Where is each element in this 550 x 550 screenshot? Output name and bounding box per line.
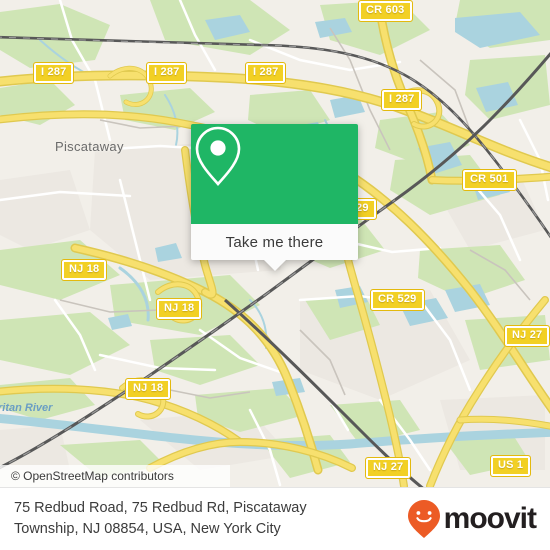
highway-shield-i-287-a[interactable]: I 287 bbox=[33, 62, 75, 84]
highway-shield-cr-501[interactable]: CR 501 bbox=[462, 169, 517, 191]
map-canvas[interactable]: Piscataway ritan River CR 603 I 287 I 28… bbox=[0, 0, 550, 487]
screenshot-root: Piscataway ritan River CR 603 I 287 I 28… bbox=[0, 0, 550, 550]
highway-shield-nj-27-b[interactable]: NJ 27 bbox=[365, 457, 412, 479]
map-attribution[interactable]: © OpenStreetMap contributors bbox=[0, 465, 230, 487]
footer-bar: 75 Redbud Road, 75 Redbud Rd, Piscataway… bbox=[0, 487, 550, 550]
highway-shield-cr-603[interactable]: CR 603 bbox=[358, 0, 413, 22]
highway-shield-cr-529[interactable]: CR 529 bbox=[370, 289, 425, 311]
highway-shield-i-287-b[interactable]: I 287 bbox=[146, 62, 188, 84]
highway-shield-i-287-d[interactable]: I 287 bbox=[381, 89, 423, 111]
take-me-there-label: Take me there bbox=[225, 233, 324, 251]
address-text: 75 Redbud Road, 75 Redbud Rd, Piscataway… bbox=[14, 499, 307, 537]
moovit-pin-icon bbox=[407, 500, 440, 538]
highway-shield-nj-18-b[interactable]: NJ 18 bbox=[156, 298, 203, 320]
popup-pointer-tail bbox=[263, 260, 286, 271]
highway-shield-us-1[interactable]: US 1 bbox=[490, 455, 532, 477]
highway-shield-nj-18-c[interactable]: NJ 18 bbox=[125, 378, 172, 400]
moovit-wordmark: moovit bbox=[443, 502, 537, 535]
moovit-logo[interactable]: moovit bbox=[407, 499, 537, 539]
take-me-there-button[interactable]: Take me there bbox=[191, 224, 358, 271]
highway-shield-i-287-c[interactable]: I 287 bbox=[245, 62, 287, 84]
location-popup-card[interactable]: Take me there bbox=[191, 124, 358, 271]
highway-shield-nj-27-a[interactable]: NJ 27 bbox=[504, 325, 550, 347]
map-attribution-text: © OpenStreetMap contributors bbox=[11, 469, 174, 483]
map-water-label-raritan-river: ritan River bbox=[0, 402, 53, 414]
map-pin-icon bbox=[195, 126, 241, 186]
popup-icon-area bbox=[191, 124, 358, 224]
highway-shield-nj-18-a[interactable]: NJ 18 bbox=[61, 259, 108, 281]
map-place-label-piscataway: Piscataway bbox=[55, 139, 124, 154]
